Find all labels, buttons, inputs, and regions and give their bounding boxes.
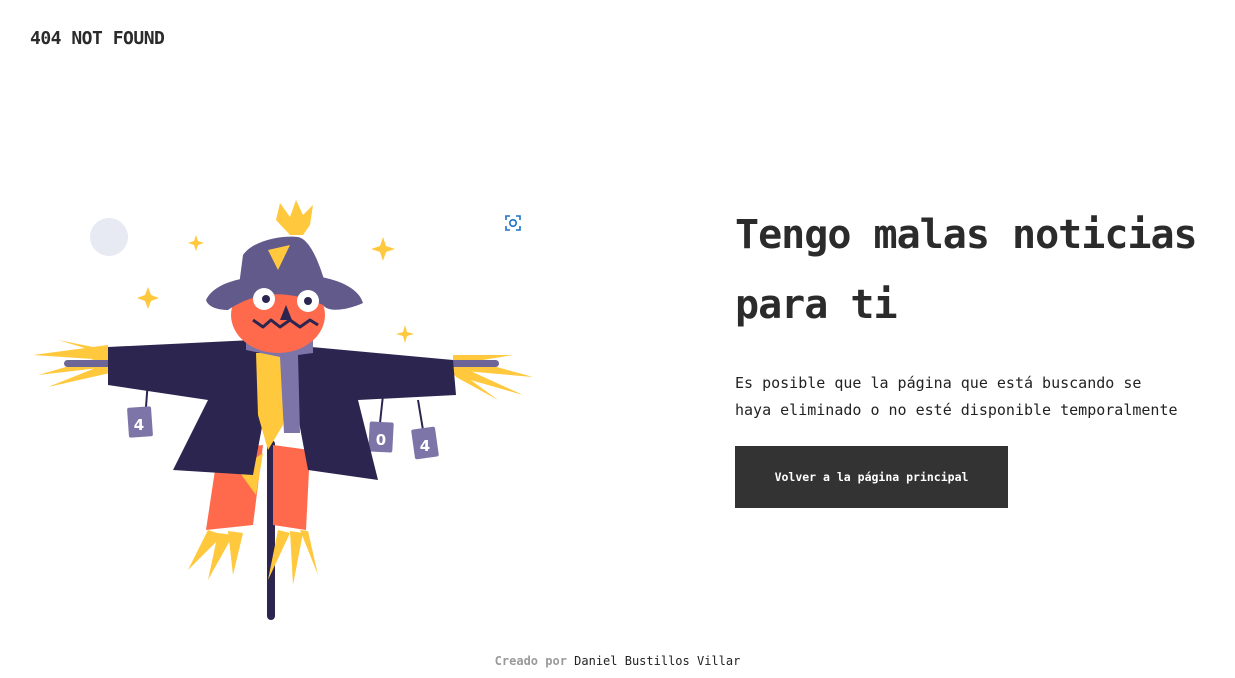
sparkle-icon bbox=[137, 287, 159, 309]
main-content: Tengo malas noticias para ti Es posible … bbox=[735, 200, 1215, 508]
scarecrow-illustration: 4 0 4 bbox=[33, 200, 533, 620]
zoom-icon[interactable] bbox=[503, 213, 523, 233]
footer-created-by: Creado por bbox=[494, 654, 567, 668]
sparkle-icon bbox=[371, 237, 395, 261]
hat-cone bbox=[238, 236, 328, 293]
sparkle-icon bbox=[396, 325, 414, 343]
description: Es posible que la página que está buscan… bbox=[735, 370, 1215, 424]
moon-circle bbox=[90, 218, 128, 256]
left-foot-straw bbox=[188, 530, 243, 580]
logo[interactable]: 404 NOT FOUND bbox=[30, 28, 165, 49]
can-2-label: 0 bbox=[376, 431, 386, 449]
footer: Creado por Daniel Bustillos Villar bbox=[0, 654, 1235, 668]
page-title-line1: Tengo malas noticias bbox=[735, 212, 1198, 258]
description-line1: Es posible que la página que está buscan… bbox=[735, 374, 1142, 392]
page-title-line2: para ti bbox=[735, 282, 898, 328]
home-button[interactable]: Volver a la página principal bbox=[735, 446, 1008, 508]
can-1-label: 4 bbox=[134, 416, 144, 434]
description-line2: haya eliminado o no esté disponible temp… bbox=[735, 401, 1178, 419]
footer-author-link[interactable]: Daniel Bustillos Villar bbox=[574, 654, 740, 668]
sparkle-icon bbox=[188, 235, 204, 251]
right-foot-straw bbox=[268, 530, 318, 585]
can-3-label: 4 bbox=[420, 437, 430, 455]
page: 404 NOT FOUND 4 0 4 Tengo malas noticias… bbox=[0, 0, 1235, 678]
page-title: Tengo malas noticias para ti bbox=[735, 200, 1215, 340]
right-leg bbox=[273, 445, 310, 530]
